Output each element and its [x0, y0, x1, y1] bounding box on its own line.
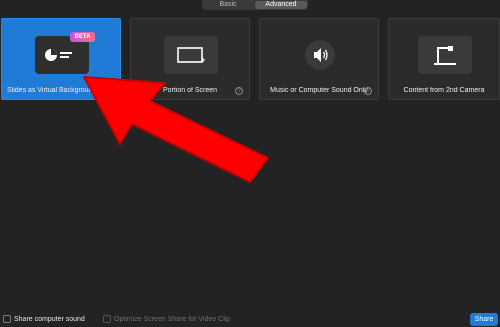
- help-icon[interactable]: ?: [364, 87, 372, 95]
- help-icon[interactable]: ?: [235, 87, 243, 95]
- share-computer-sound-label: Share computer sound: [14, 316, 85, 323]
- speaker-icon-tile: [293, 36, 347, 74]
- tab-advanced[interactable]: Advanced: [255, 1, 307, 9]
- tab-basic[interactable]: Basic: [202, 0, 254, 10]
- bottom-bar: Share computer sound Optimize Screen Sha…: [0, 312, 500, 327]
- speaker-icon: [305, 40, 335, 70]
- option-content-from-2nd-camera[interactable]: Content from 2nd Camera: [388, 18, 500, 100]
- option-label: Slides as Virtual Background: [7, 87, 97, 94]
- share-mode-header: Basic Advanced: [0, 0, 500, 11]
- optimize-video-clip-label: Optimize Screen Share for Video Clip: [114, 316, 231, 323]
- option-label: Portion of Screen: [162, 87, 218, 94]
- option-label: Music or Computer Sound Only: [270, 87, 368, 94]
- option-music-or-computer-sound[interactable]: Music or Computer Sound Only ?: [259, 18, 379, 100]
- share-computer-sound-checkbox[interactable]: [3, 315, 11, 323]
- option-label: Content from 2nd Camera: [403, 87, 485, 94]
- camera-icon: [418, 36, 472, 74]
- option-portion-of-screen[interactable]: Portion of Screen ?: [130, 18, 250, 100]
- optimize-video-clip-checkbox[interactable]: [103, 315, 111, 323]
- mode-segmented-control: Basic Advanced: [202, 0, 308, 10]
- screen-portion-icon: [164, 36, 218, 74]
- option-slides-as-virtual-background[interactable]: BETA Slides as Virtual Background: [1, 18, 121, 100]
- share-button[interactable]: Share: [470, 313, 498, 326]
- beta-badge: BETA: [70, 32, 95, 42]
